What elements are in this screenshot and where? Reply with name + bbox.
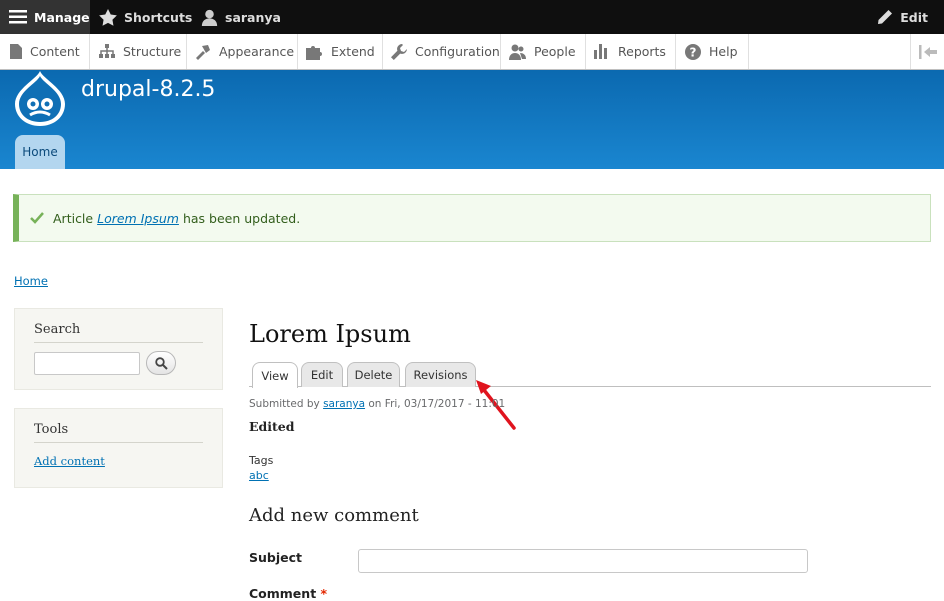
add-comment-heading: Add new comment <box>249 505 419 526</box>
status-prefix: Article <box>53 210 94 226</box>
shortcuts-label: Shortcuts <box>124 9 193 25</box>
edit-label: Edit <box>900 9 928 25</box>
tray-item-extend[interactable]: Extend <box>298 34 383 69</box>
page-title: Lorem Ipsum <box>249 320 411 348</box>
user-label: saranya <box>225 9 281 25</box>
appearance-icon <box>196 44 210 60</box>
tray-item-label: Appearance <box>219 44 295 59</box>
admin-tray: Content Structure Appearance Extend Conf… <box>0 34 944 70</box>
user-button[interactable]: saranya <box>201 0 281 34</box>
edit-mode-button[interactable]: Edit <box>877 0 928 34</box>
tray-item-label: Help <box>709 44 738 59</box>
tray-item-appearance[interactable]: Appearance <box>187 34 298 69</box>
people-icon <box>509 44 526 60</box>
tag-link[interactable]: abc <box>249 469 269 482</box>
main-nav-home[interactable]: Home <box>15 135 65 169</box>
status-suffix: has been updated. <box>182 210 301 226</box>
author-link[interactable]: saranya <box>323 398 365 410</box>
checkmark-icon <box>30 212 44 224</box>
status-message: Article Lorem Ipsum has been updated. <box>13 194 931 242</box>
site-header: drupal-8.2.5 Home <box>0 70 944 169</box>
tray-item-label: Structure <box>123 44 182 59</box>
tray-item-label: People <box>534 44 576 59</box>
submitted-date: on Fri, 03/17/2017 - 11:01 <box>368 398 506 410</box>
comment-label: Comment <box>249 586 317 601</box>
admin-toolbar: Manage Shortcuts saranya Edit <box>0 0 944 34</box>
structure-icon <box>99 44 115 58</box>
tray-item-people[interactable]: People <box>501 34 586 69</box>
tray-item-structure[interactable]: Structure <box>90 34 187 69</box>
search-block-title: Search <box>34 322 203 343</box>
tools-block: Tools Add content <box>14 408 223 488</box>
subject-input[interactable] <box>358 549 808 573</box>
tab-delete[interactable]: Delete <box>347 362 400 387</box>
shortcuts-button[interactable]: Shortcuts <box>99 0 192 34</box>
tray-item-label: Reports <box>618 44 666 59</box>
tray-orientation-toggle[interactable] <box>910 34 944 69</box>
manage-button[interactable]: Manage <box>0 0 90 34</box>
drupal-drop-icon <box>15 71 65 126</box>
add-content-link[interactable]: Add content <box>34 454 105 468</box>
help-icon: ? <box>685 43 701 60</box>
collapse-arrow-icon <box>918 44 937 59</box>
search-input[interactable] <box>34 351 140 375</box>
tray-item-configuration[interactable]: Configuration <box>383 34 501 69</box>
subject-label: Subject <box>249 550 302 565</box>
tags-label: Tags <box>249 454 274 467</box>
search-icon <box>154 356 168 370</box>
manage-label: Manage <box>34 9 90 25</box>
tray-item-label: Content <box>30 44 80 59</box>
search-form <box>34 351 203 375</box>
tools-block-title: Tools <box>34 422 203 443</box>
tray-item-content[interactable]: Content <box>0 34 90 69</box>
tray-item-label: Extend <box>331 44 375 59</box>
required-marker: * <box>320 586 328 601</box>
comment-label-row: Comment * <box>249 586 327 601</box>
submitted-info: Submitted by saranya on Fri, 03/17/2017 … <box>249 398 505 410</box>
drupal-logo[interactable] <box>13 71 67 131</box>
svg-text:?: ? <box>690 45 697 59</box>
tray-item-help[interactable]: ? Help <box>676 34 749 69</box>
user-icon <box>201 9 218 26</box>
configuration-icon <box>391 43 407 60</box>
site-name[interactable]: drupal-8.2.5 <box>81 77 215 102</box>
tab-view[interactable]: View <box>252 362 298 388</box>
submitted-prefix: Submitted by <box>249 398 320 410</box>
tray-item-label: Configuration <box>415 44 500 59</box>
hamburger-icon <box>9 10 27 24</box>
breadcrumb-home[interactable]: Home <box>14 274 48 288</box>
content-icon <box>10 44 22 59</box>
reports-icon <box>594 44 607 59</box>
status-article-link[interactable]: Lorem Ipsum <box>97 211 179 226</box>
tray-item-reports[interactable]: Reports <box>586 34 676 69</box>
article-body: Edited <box>249 419 295 434</box>
search-button[interactable] <box>146 351 176 375</box>
extend-icon <box>306 45 322 60</box>
star-icon <box>99 8 117 26</box>
pencil-icon <box>878 10 893 24</box>
tab-revisions[interactable]: Revisions <box>405 362 476 387</box>
search-block: Search <box>14 308 223 390</box>
tab-edit[interactable]: Edit <box>301 362 343 387</box>
